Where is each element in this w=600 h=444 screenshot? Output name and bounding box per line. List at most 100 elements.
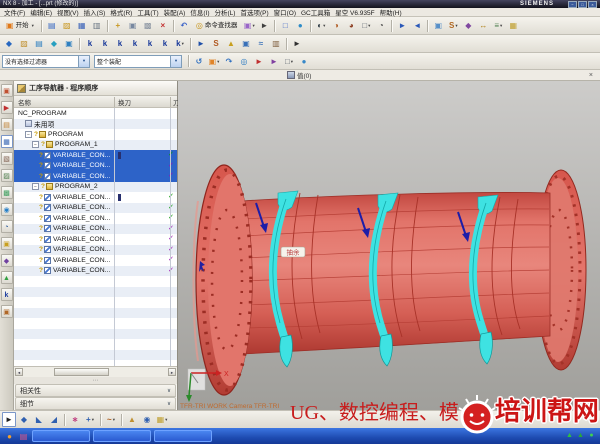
taskbar-window-button[interactable] — [93, 430, 151, 442]
pattern-feature-icon[interactable]: ▣ — [239, 36, 253, 51]
touch-panel-icon[interactable]: ▣ — [1, 305, 13, 318]
menu-item-2[interactable]: 编辑(E) — [30, 7, 52, 17]
menu-item-1[interactable]: 文件(F) — [4, 7, 25, 17]
menu-item-6[interactable]: 工具(T) — [137, 7, 158, 17]
shaded-view-icon[interactable]: ● — [297, 54, 311, 69]
tree-row[interactable]: ?VARIABLE_CON...✓ — [14, 161, 177, 172]
perspective-icon[interactable]: ► — [267, 54, 281, 69]
constraint-more-icon[interactable]: k▾ — [173, 36, 187, 51]
process-studio-icon[interactable]: ◆ — [1, 254, 13, 267]
close-icon[interactable]: × — [589, 71, 593, 80]
touch-mode-icon[interactable]: ► — [257, 18, 271, 33]
tree-row[interactable]: ?VARIABLE_CON...✓ — [14, 266, 177, 277]
command-finder-button[interactable]: ◎命令查找器 — [192, 18, 241, 33]
tree-row[interactable]: ?VARIABLE_CON...✓ — [14, 150, 177, 161]
zoom-icon[interactable]: ↷ — [222, 54, 236, 69]
tree-row[interactable]: ?VARIABLE_CON...✓ — [14, 255, 177, 266]
hd3d-tools-icon[interactable]: ▩ — [1, 186, 13, 199]
menu-item-10[interactable]: 首选项(P) — [240, 7, 268, 17]
scroll-right-icon[interactable]: ▸ — [168, 368, 176, 376]
taskbar-app-layers-icon[interactable]: ▤ — [18, 431, 29, 442]
pattern-component-icon[interactable]: ▣ — [62, 36, 76, 51]
render-style-icon[interactable]: ◑ — [329, 18, 343, 33]
constraint-touch-icon[interactable]: k — [83, 36, 97, 51]
tree-row[interactable]: ?VARIABLE_CON...✓ — [14, 234, 177, 245]
menu-item-4[interactable]: 插入(S) — [84, 7, 106, 17]
roles-icon[interactable]: ▲ — [1, 271, 13, 284]
tree-row[interactable]: −?PROGRAM_2 — [14, 182, 177, 193]
constraint-navigator-icon[interactable]: ▶ — [1, 101, 13, 114]
menu-item-14[interactable]: 帮助(H) — [380, 7, 402, 17]
panel-splitter[interactable]: ⋯ — [14, 377, 177, 384]
fit-view-icon[interactable]: ▣▾ — [207, 54, 221, 69]
layer-icon[interactable]: ≡▾ — [491, 18, 505, 33]
spline-tool-icon[interactable]: S — [209, 36, 223, 51]
show-hide-icon[interactable]: ◔ — [374, 18, 388, 33]
tree-row[interactable]: ?VARIABLE_CON...✓ — [14, 224, 177, 235]
restore-button[interactable]: □ — [578, 1, 587, 8]
operation-navigator-icon[interactable]: ▦ — [1, 135, 13, 148]
lasso-icon[interactable]: ~▾ — [104, 412, 118, 427]
menu-item-11[interactable]: 窗口(O) — [274, 7, 296, 17]
tree-row[interactable]: ?VARIABLE_CON...✓ — [14, 192, 177, 203]
find-component-icon[interactable]: ◉ — [140, 412, 154, 427]
menu-item-9[interactable]: 分析(L) — [214, 7, 235, 17]
measure-icon[interactable]: ↔ — [476, 18, 490, 33]
tree-row[interactable]: ?VARIABLE_CON...✓ — [14, 245, 177, 256]
reuse-library-icon[interactable]: ▨ — [1, 169, 13, 182]
chevron-down-icon[interactable]: ▾ — [170, 56, 181, 67]
delete-icon[interactable]: × — [156, 18, 170, 33]
snap-point-icon[interactable]: ◆ — [17, 412, 31, 427]
print-icon[interactable]: ▥ — [90, 18, 104, 33]
tree-row[interactable]: ?VARIABLE_CON...✓ — [14, 171, 177, 182]
notebook-icon[interactable]: ▥ — [269, 36, 283, 51]
tree-row[interactable]: ?VARIABLE_CON...✓ — [14, 213, 177, 224]
visualize-icon[interactable]: ◕ — [344, 18, 358, 33]
column-name[interactable]: 名称 — [18, 97, 31, 107]
horizontal-scrollbar[interactable]: ◂ ▸ — [14, 366, 177, 377]
tree-row[interactable]: ?VARIABLE_CON...✓ — [14, 203, 177, 214]
material-icon[interactable]: ▦ — [506, 18, 520, 33]
pan-pointer-icon[interactable]: ► — [395, 18, 409, 33]
web-browser-icon[interactable]: ◉ — [1, 203, 13, 216]
menu-item-8[interactable]: 信息(I) — [190, 7, 209, 17]
assembly-navigator-icon[interactable]: ▣ — [1, 84, 13, 97]
save-icon[interactable]: ▦ — [75, 18, 89, 33]
view-orient-icon[interactable]: ◐▾ — [314, 18, 328, 33]
move-component-icon[interactable]: ◆ — [47, 36, 61, 51]
tree-row[interactable]: NC_PROGRAM — [14, 108, 177, 119]
open-icon[interactable]: ▨ — [60, 18, 74, 33]
snap-midpoint-icon[interactable]: ◢ — [47, 412, 61, 427]
taskbar-window-button[interactable] — [32, 430, 90, 442]
chevron-down-icon[interactable]: ▾ — [78, 56, 89, 67]
menu-item-7[interactable]: 装配(A) — [164, 7, 186, 17]
snap-endpoint-icon[interactable]: ◣ — [32, 412, 46, 427]
machine-tool-navigator-icon[interactable]: ▧ — [1, 152, 13, 165]
open-component-icon[interactable]: ▨ — [17, 36, 31, 51]
section-dependencies[interactable]: 相关性 ∨ — [15, 384, 176, 397]
expander-icon[interactable]: − — [32, 183, 39, 190]
menu-item-13[interactable]: 星空 V6.935F — [335, 7, 374, 17]
wave-geometry-icon[interactable]: ≈ — [254, 36, 268, 51]
graphics-viewport[interactable]: 抽余 X TFR-TRI WORK Camera TFR-TRI — [178, 81, 600, 410]
menu-item-5[interactable]: 格式(R) — [110, 7, 132, 17]
menu-item-3[interactable]: 视图(V) — [57, 7, 79, 17]
point-plus-icon[interactable]: +▾ — [83, 412, 97, 427]
paste-icon[interactable]: ▩ — [141, 18, 155, 33]
tray-plant-icon-1[interactable]: ▲ — [565, 431, 574, 441]
copy-icon[interactable]: ▣ — [126, 18, 140, 33]
datum-icon[interactable]: ▲ — [224, 36, 238, 51]
column-toolchange[interactable]: 换刀 — [118, 97, 131, 107]
appearance-icon[interactable]: ▦▾ — [155, 412, 169, 427]
tray-dot-icon[interactable]: ● — [587, 431, 596, 441]
column-divider[interactable] — [170, 97, 171, 107]
taskbar-window-button[interactable] — [154, 430, 212, 442]
scroll-left-icon[interactable]: ◂ — [15, 368, 23, 376]
wave-link-icon[interactable]: ► — [194, 36, 208, 51]
constraint-angle-icon[interactable]: k — [128, 36, 142, 51]
selection-scope-dropdown[interactable]: 整个装配 ▾ — [94, 55, 182, 68]
constraint-distance-icon[interactable]: k — [158, 36, 172, 51]
tray-plant-icon-2[interactable]: ▲ — [576, 431, 585, 441]
constraint-center-icon[interactable]: k — [113, 36, 127, 51]
tree-row[interactable]: 未用项 — [14, 119, 177, 130]
